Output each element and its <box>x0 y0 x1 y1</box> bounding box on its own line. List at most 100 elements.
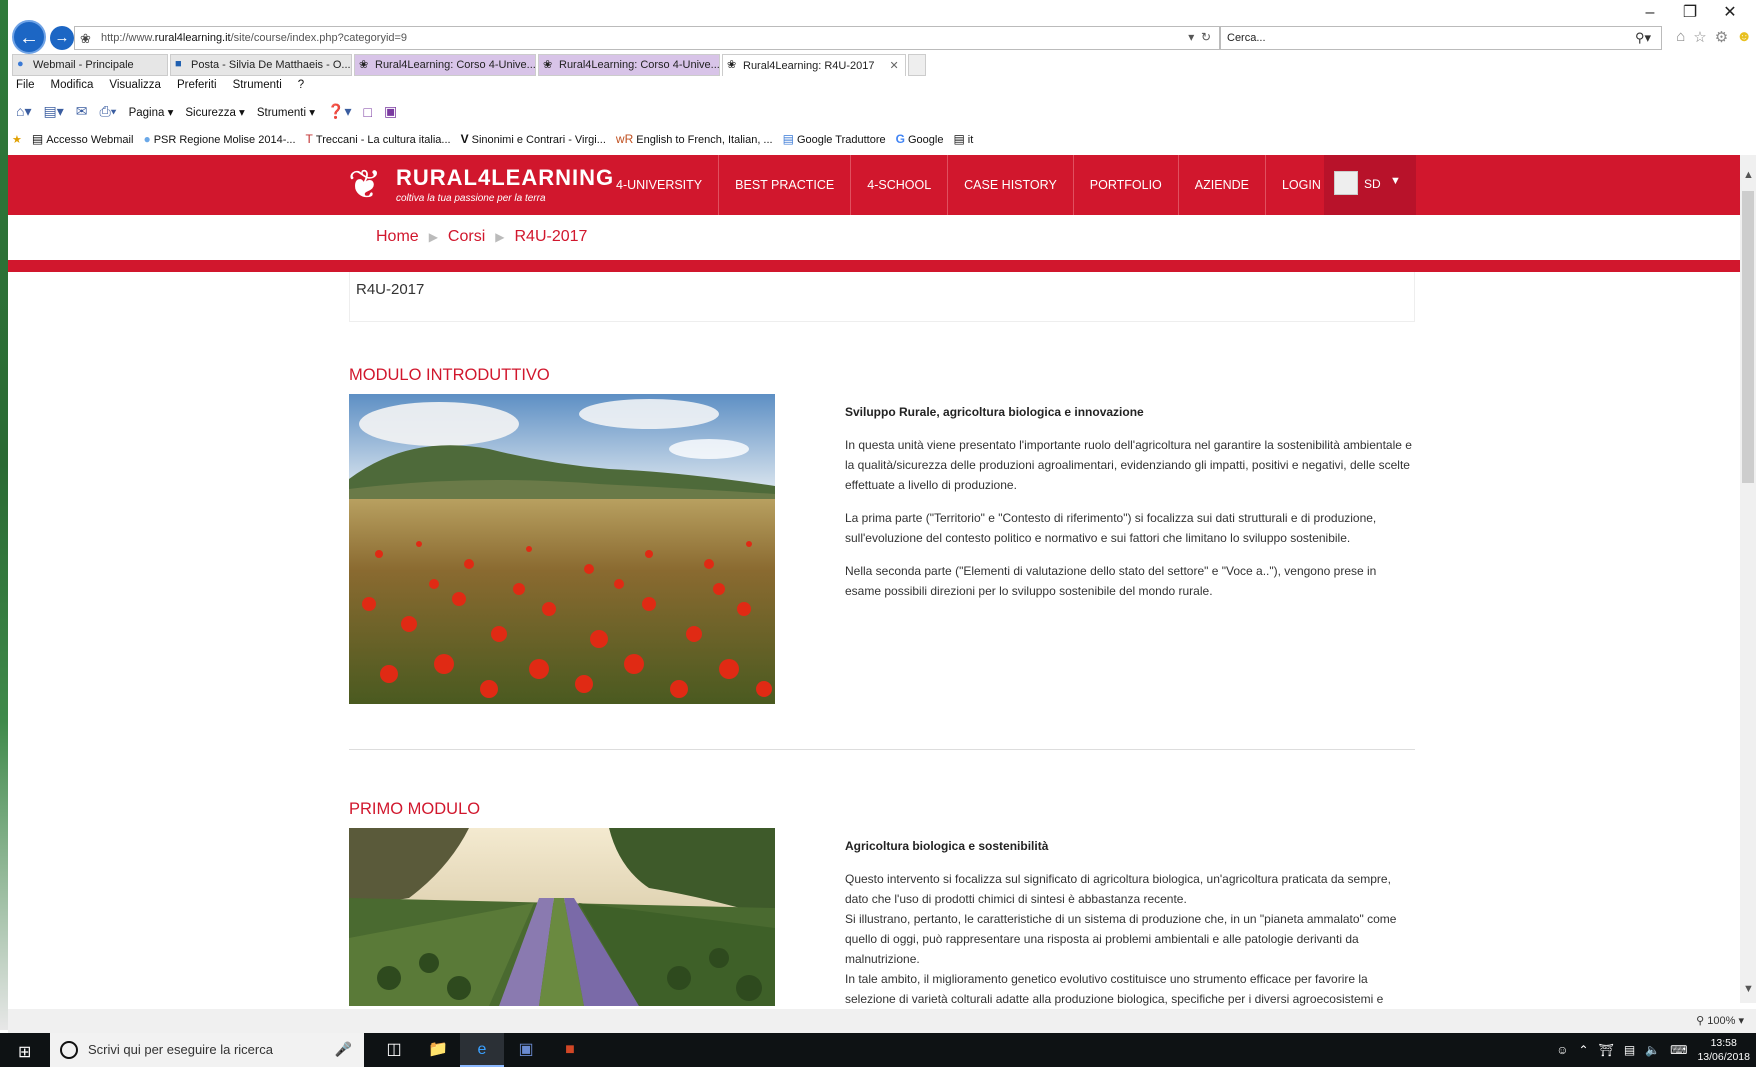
powerpoint-icon[interactable]: ■ <box>548 1033 592 1067</box>
globe-icon: ● <box>143 132 151 146</box>
search-icon[interactable]: ⚲▾ <box>1635 30 1651 46</box>
people-icon[interactable]: ☺ <box>1556 1043 1568 1057</box>
fav-it[interactable]: ▤ it <box>953 132 973 146</box>
poppy-field-image[interactable] <box>349 394 775 704</box>
keyboard-icon[interactable]: ⌨ <box>1670 1043 1687 1057</box>
tab-corso-2[interactable]: ❀ Rural4Learning: Corso 4-Unive... <box>538 54 720 76</box>
breadcrumb-separator-icon: ▶ <box>428 230 438 244</box>
site-header: ❦ RURAL4LEARNING coltiva la tua passione… <box>8 155 1740 215</box>
taskbar-search[interactable]: Scrivi qui per eseguire la ricerca 🎤 <box>50 1033 364 1067</box>
fav-wordreference[interactable]: wR English to French, Italian, ... <box>616 132 773 146</box>
scroll-down-icon[interactable]: ▼ <box>1743 983 1754 995</box>
menu-visualizza[interactable]: Visualizza <box>109 79 161 91</box>
site-logo[interactable]: ❦ RURAL4LEARNING coltiva la tua passione… <box>348 161 613 209</box>
restore-icon[interactable]: ❐ <box>1670 2 1710 24</box>
research-icon[interactable]: ▣ <box>384 103 397 120</box>
microphone-icon[interactable]: 🎤 <box>335 1041 352 1058</box>
site-favicon-icon: ❀ <box>543 59 553 71</box>
breadcrumb-corsi[interactable]: Corsi <box>448 228 485 246</box>
breadcrumb-separator-icon: ▶ <box>495 230 505 244</box>
module-paragraph: In questa unità viene presentato l'impor… <box>845 438 1412 492</box>
new-tab-button[interactable] <box>908 54 926 76</box>
shield-icon[interactable]: ⛩ <box>1599 1043 1614 1057</box>
home-icon[interactable]: ⌂ <box>1676 28 1685 46</box>
nav-case-history[interactable]: CASE HISTORY <box>948 155 1074 215</box>
close-tab-icon[interactable]: ✕ <box>890 60 899 72</box>
nav-4-university[interactable]: 4-UNIVERSITY <box>600 155 720 215</box>
app-icon[interactable]: ▣ <box>504 1033 548 1067</box>
command-strumenti[interactable]: Strumenti ▾ <box>257 105 315 119</box>
taskbar-apps: ◫ 📁 e ▣ ■ <box>372 1033 592 1067</box>
mail-icon[interactable]: ✉ <box>76 103 88 120</box>
module-subtitle: Sviluppo Rurale, agricoltura biologica e… <box>845 405 1144 419</box>
breadcrumb-current[interactable]: R4U-2017 <box>515 228 588 246</box>
windows-start-icon[interactable]: ⊞ <box>18 1042 31 1062</box>
breadcrumb-home[interactable]: Home <box>376 228 419 246</box>
clock[interactable]: 13:58 13/06/2018 <box>1697 1036 1750 1064</box>
tab-label: Rural4Learning: R4U-2017 <box>743 60 875 72</box>
fav-google[interactable]: G Google <box>896 132 944 146</box>
home-icon[interactable]: ⌂▾ <box>16 103 31 120</box>
internet-explorer-icon[interactable]: e <box>460 1033 504 1067</box>
dropdown-icon[interactable]: ▾ <box>1188 30 1194 44</box>
vegetable-garden-image[interactable] <box>349 828 775 1006</box>
command-label: Sicurezza <box>185 106 236 119</box>
favorites-star-icon[interactable]: ☆ <box>1693 28 1706 46</box>
fav-psr-molise[interactable]: ● PSR Regione Molise 2014-... <box>143 132 295 146</box>
tray-expand-icon[interactable]: ⌃ <box>1579 1043 1589 1057</box>
fav-label: PSR Regione Molise 2014-... <box>153 134 296 146</box>
command-sicurezza[interactable]: Sicurezza ▾ <box>185 105 244 119</box>
user-menu[interactable]: SD ▼ <box>1324 155 1416 215</box>
cortana-icon <box>60 1041 78 1059</box>
tab-corso-1[interactable]: ❀ Rural4Learning: Corso 4-Unive... <box>354 54 536 76</box>
course-title: R4U-2017 <box>356 281 425 298</box>
minimize-icon[interactable]: – <box>1630 2 1670 24</box>
outlook-icon: ■ <box>175 58 182 70</box>
module-paragraph: Questo intervento si focalizza sul signi… <box>845 872 1391 906</box>
menu-preferiti[interactable]: Preferiti <box>177 79 217 91</box>
nav-best-practice[interactable]: BEST PRACTICE <box>719 155 852 215</box>
fav-treccani[interactable]: T Treccani - La cultura italia... <box>306 132 451 146</box>
menu-strumenti[interactable]: Strumenti <box>233 79 282 91</box>
search-box[interactable]: Cerca... ⚲▾ <box>1220 26 1662 50</box>
zoom-level: 100% <box>1707 1015 1736 1027</box>
network-icon[interactable]: ▤ <box>1624 1043 1635 1057</box>
tab-r4u-2017[interactable]: ❀ Rural4Learning: R4U-2017 ✕ <box>722 54 906 76</box>
scrollbar-thumb[interactable] <box>1742 191 1754 483</box>
menu-modifica[interactable]: Modifica <box>51 79 94 91</box>
fav-label: Sinonimi e Contrari - Virgi... <box>471 134 606 146</box>
page-scrollbar[interactable]: ▲ ▼ <box>1740 155 1756 1003</box>
settings-gear-icon[interactable]: ⚙ <box>1715 28 1728 46</box>
onenote-icon[interactable]: □ <box>363 104 371 120</box>
fav-google-traduttore[interactable]: ▤ Google Traduttore <box>783 132 886 146</box>
nav-portfolio[interactable]: PORTFOLIO <box>1074 155 1179 215</box>
task-view-icon[interactable]: ◫ <box>372 1033 416 1067</box>
nav-4-school[interactable]: 4-SCHOOL <box>851 155 949 215</box>
help-icon[interactable]: ❓▾ <box>327 103 351 120</box>
tab-posta[interactable]: ■ Posta - Silvia De Matthaeis - O... <box>170 54 352 76</box>
print-icon[interactable]: ⎙▾ <box>99 103 116 120</box>
close-window-icon[interactable]: ✕ <box>1710 2 1750 24</box>
address-bar[interactable]: ❀ http://www.rural4learning.it/site/cour… <box>74 26 1220 50</box>
volume-icon[interactable]: 🔈 <box>1645 1043 1660 1057</box>
module-title[interactable]: MODULO INTRODUTTIVO <box>349 366 550 385</box>
menu-file[interactable]: File <box>16 79 35 91</box>
forward-button[interactable]: → <box>50 26 74 50</box>
zoom-control[interactable]: ⚲ 100% ▾ <box>1696 1014 1744 1027</box>
scroll-up-icon[interactable]: ▲ <box>1743 169 1754 181</box>
smiley-icon[interactable]: ☻ <box>1736 28 1752 46</box>
fav-accesso-webmail[interactable]: ▤ Accesso Webmail <box>32 132 134 146</box>
tab-strip: ● Webmail - Principale ■ Posta - Silvia … <box>12 54 926 76</box>
favorites-add-icon[interactable]: ★ <box>12 133 22 146</box>
file-explorer-icon[interactable]: 📁 <box>416 1033 460 1067</box>
menu-help[interactable]: ? <box>298 79 304 91</box>
tab-webmail[interactable]: ● Webmail - Principale <box>12 54 168 76</box>
feeds-icon[interactable]: ▤▾ <box>43 103 63 120</box>
command-pagina[interactable]: Pagina ▾ <box>129 105 174 119</box>
back-button[interactable]: ← <box>12 20 46 54</box>
module-introduttivo: MODULO INTRODUTTIVO Sviluppo Rurale, agr… <box>349 366 1415 706</box>
module-title[interactable]: PRIMO MODULO <box>349 800 480 819</box>
refresh-icon[interactable]: ↻ <box>1201 30 1211 44</box>
fav-sinonimi[interactable]: V Sinonimi e Contrari - Virgi... <box>461 132 606 146</box>
nav-aziende[interactable]: AZIENDE <box>1179 155 1266 215</box>
